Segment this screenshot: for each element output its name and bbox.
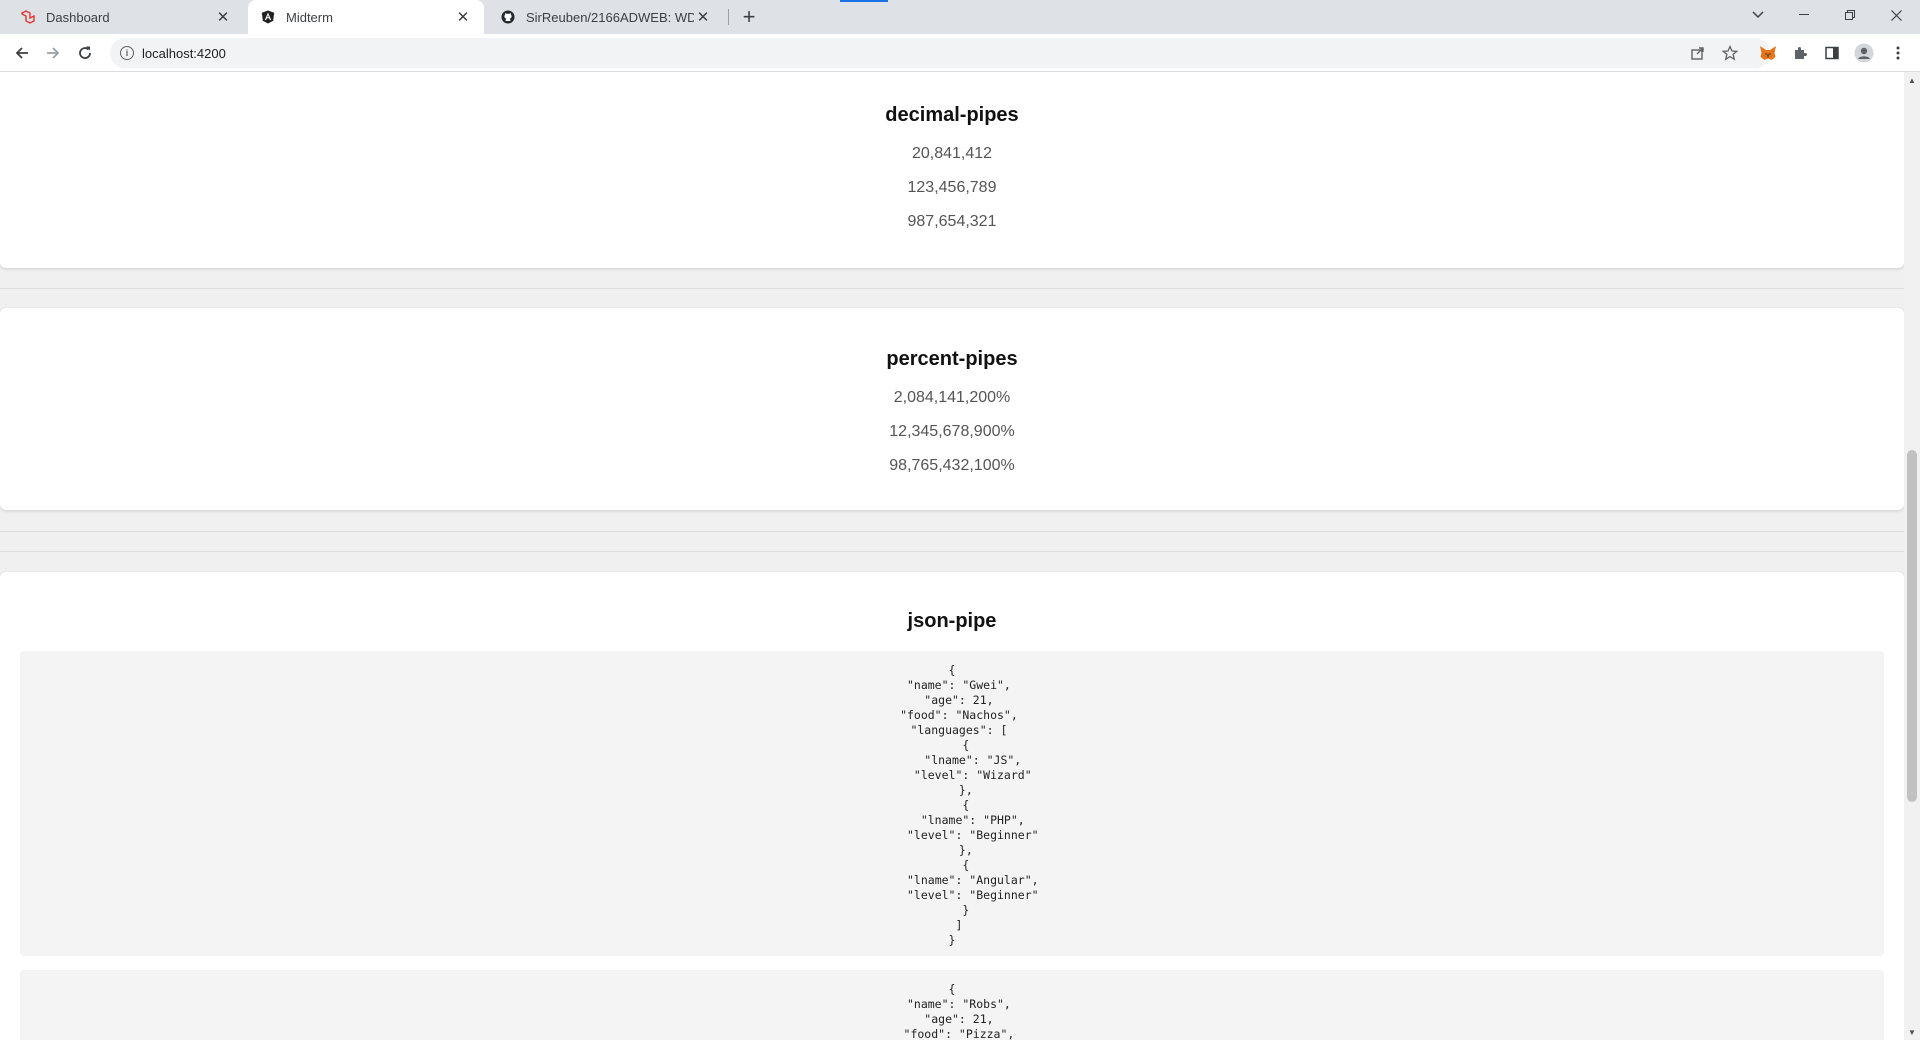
laravel-icon [20, 9, 36, 25]
section-divider [0, 531, 1904, 532]
tab-separator [728, 9, 729, 25]
tab-title: Dashboard [46, 9, 110, 25]
decimal-value: 987,654,321 [907, 213, 997, 230]
json-pipe-heading: json-pipe [907, 610, 997, 632]
restore-icon[interactable] [1828, 0, 1872, 30]
menu-kebab-icon[interactable] [1888, 43, 1908, 63]
tab-title: SirReuben/2166ADWEB: WD-301 [526, 9, 694, 25]
browser-toolbar: i localhost:4200 [0, 34, 1920, 72]
percent-value: 12,345,678,900% [889, 423, 1015, 440]
tab-search-icon[interactable] [1736, 0, 1780, 30]
bookmark-star-icon[interactable] [1720, 43, 1740, 63]
tab-github[interactable]: SirReuben/2166ADWEB: WD-301 ✕ [488, 0, 724, 34]
percent-value: 2,084,141,200% [893, 389, 1011, 406]
json-text: { "name": "Gwei", "age": 21, "food": "Na… [900, 663, 1039, 947]
decimal-value: 20,841,412 [911, 145, 993, 162]
decimal-value: 123,456,789 [907, 179, 997, 196]
close-tab-icon[interactable]: ✕ [454, 8, 472, 26]
tab-midterm[interactable]: Midterm ✕ [248, 0, 484, 34]
close-window-icon[interactable] [1874, 0, 1918, 30]
tab-title: Midterm [286, 9, 333, 25]
json-text: { "name": "Robs", "age": 21, "food": "Pi… [903, 982, 1015, 1040]
decimal-pipes-card: decimal-pipes 20,841,412 123,456,789 987… [0, 72, 1904, 268]
address-bar[interactable]: i localhost:4200 [110, 38, 1770, 68]
scrollbar-thumb[interactable] [1907, 450, 1917, 802]
page-viewport: decimal-pipes 20,841,412 123,456,789 987… [0, 72, 1904, 1040]
json-block: { "name": "Gwei", "age": 21, "food": "Na… [20, 651, 1884, 956]
section-divider [0, 288, 1904, 289]
tab-strip: Dashboard ✕ Midterm ✕ SirReuben/2166ADWE… [0, 0, 1920, 34]
profile-avatar-icon[interactable] [1854, 43, 1874, 63]
percent-value: 98,765,432,100% [889, 457, 1015, 474]
new-tab-button[interactable]: + [736, 4, 762, 30]
close-tab-icon[interactable]: ✕ [694, 8, 712, 26]
reload-icon[interactable] [71, 39, 99, 67]
json-pipe-card: json-pipe { "name": "Gwei", "age": 21, "… [0, 572, 1904, 1040]
side-panel-icon[interactable] [1822, 43, 1842, 63]
github-icon [500, 9, 516, 25]
close-tab-icon[interactable]: ✕ [214, 8, 232, 26]
scroll-down-arrow-icon[interactable]: ▼ [1904, 1024, 1920, 1040]
section-divider [0, 551, 1904, 552]
loading-indicator [840, 0, 888, 2]
tab-dashboard[interactable]: Dashboard ✕ [8, 0, 244, 34]
metamask-fox-icon[interactable] [1758, 43, 1778, 63]
forward-icon[interactable] [39, 39, 67, 67]
angular-icon [260, 9, 276, 25]
minimize-icon[interactable] [1782, 0, 1826, 30]
page-scrollbar[interactable]: ▲ ▼ [1904, 72, 1920, 1040]
scroll-up-arrow-icon[interactable]: ▲ [1904, 72, 1920, 88]
json-block: { "name": "Robs", "age": 21, "food": "Pi… [20, 970, 1884, 1040]
share-icon[interactable] [1688, 43, 1708, 63]
decimal-pipes-heading: decimal-pipes [885, 104, 1019, 126]
percent-pipes-heading: percent-pipes [886, 348, 1018, 370]
percent-pipes-card: percent-pipes 2,084,141,200% 12,345,678,… [0, 308, 1904, 510]
extensions-puzzle-icon[interactable] [1790, 43, 1810, 63]
site-info-icon[interactable]: i [120, 46, 134, 60]
url-text: localhost:4200 [142, 45, 226, 61]
back-icon[interactable] [8, 39, 36, 67]
